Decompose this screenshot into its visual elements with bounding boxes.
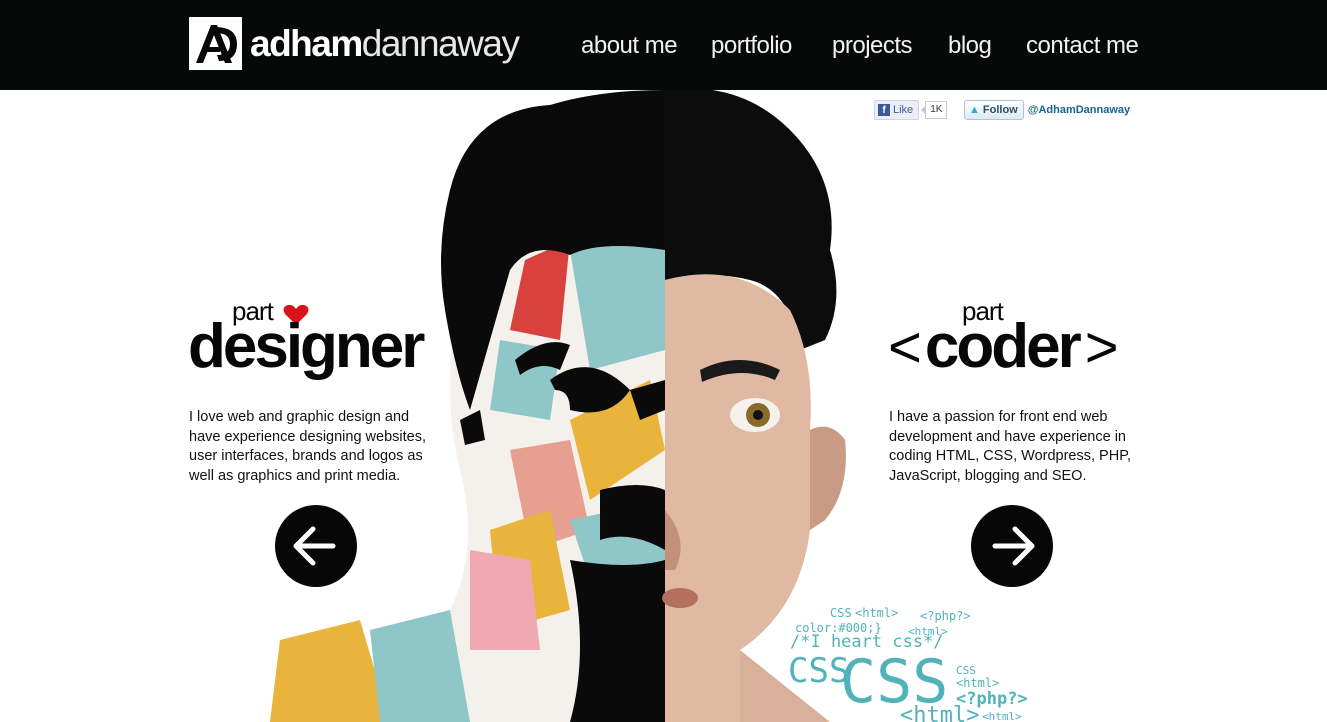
twitter-handle-link[interactable]: @AdhamDannaway bbox=[1028, 104, 1130, 116]
top-navigation-bar: adhamdannaway about me portfolio project… bbox=[0, 0, 1327, 90]
twitter-follow-label: Follow bbox=[982, 104, 1018, 116]
logo-light-text: dannaway bbox=[361, 23, 520, 64]
twitter-bird-icon: ▲ bbox=[969, 104, 980, 116]
arrow-right-icon bbox=[992, 526, 1035, 566]
designer-description: I love web and graphic design and have e… bbox=[189, 409, 426, 484]
nav-blog[interactable]: blog bbox=[948, 29, 992, 63]
site-logo[interactable]: adhamdannaway bbox=[189, 17, 520, 70]
facebook-like-label: Like bbox=[893, 104, 914, 116]
code-word: <html> bbox=[956, 676, 999, 690]
twitter-follow-button[interactable]: ▲ Follow bbox=[964, 100, 1024, 120]
twitter-follow-widget: ▲ Follow @AdhamDannaway bbox=[964, 100, 1130, 120]
code-word: <html> bbox=[855, 606, 898, 620]
painted-half-face bbox=[270, 90, 665, 722]
coder-right-arrow-button[interactable] bbox=[971, 505, 1053, 587]
facebook-like-button[interactable]: f Like bbox=[874, 100, 920, 120]
facebook-like-count: 1K bbox=[921, 101, 948, 119]
logo-mark-icon bbox=[189, 17, 242, 70]
designer-left-arrow-button[interactable] bbox=[275, 505, 357, 587]
nav-about-me[interactable]: about me bbox=[581, 29, 678, 63]
arrow-left-icon bbox=[293, 526, 336, 566]
logo-wordmark: adhamdannaway bbox=[250, 23, 520, 64]
facebook-icon: f bbox=[878, 104, 890, 116]
facebook-like-widget: f Like 1K bbox=[874, 100, 948, 120]
code-word: CSS bbox=[830, 606, 852, 620]
code-word: <html> bbox=[900, 703, 979, 722]
coder-bracket-open: < bbox=[888, 315, 922, 380]
nav-portfolio[interactable]: portfolio bbox=[711, 29, 792, 63]
photo-half-face bbox=[662, 90, 1140, 722]
code-word: <html> bbox=[982, 710, 1022, 722]
nav-contact-me[interactable]: contact me bbox=[1026, 29, 1139, 63]
coder-title: coder bbox=[924, 312, 1082, 381]
coder-description: I have a passion for front end web devel… bbox=[889, 409, 1132, 484]
logo-bold-text: adham bbox=[250, 23, 363, 64]
code-word: <?php?> bbox=[920, 609, 971, 623]
coder-bracket-close: > bbox=[1084, 315, 1119, 380]
coder-title-group: < coder > bbox=[888, 312, 1119, 381]
nav-projects[interactable]: projects bbox=[832, 29, 913, 63]
split-face-artwork: CSS <html> <?php?> color:#000;} <html> /… bbox=[270, 90, 1140, 722]
designer-title: designer bbox=[188, 312, 425, 381]
